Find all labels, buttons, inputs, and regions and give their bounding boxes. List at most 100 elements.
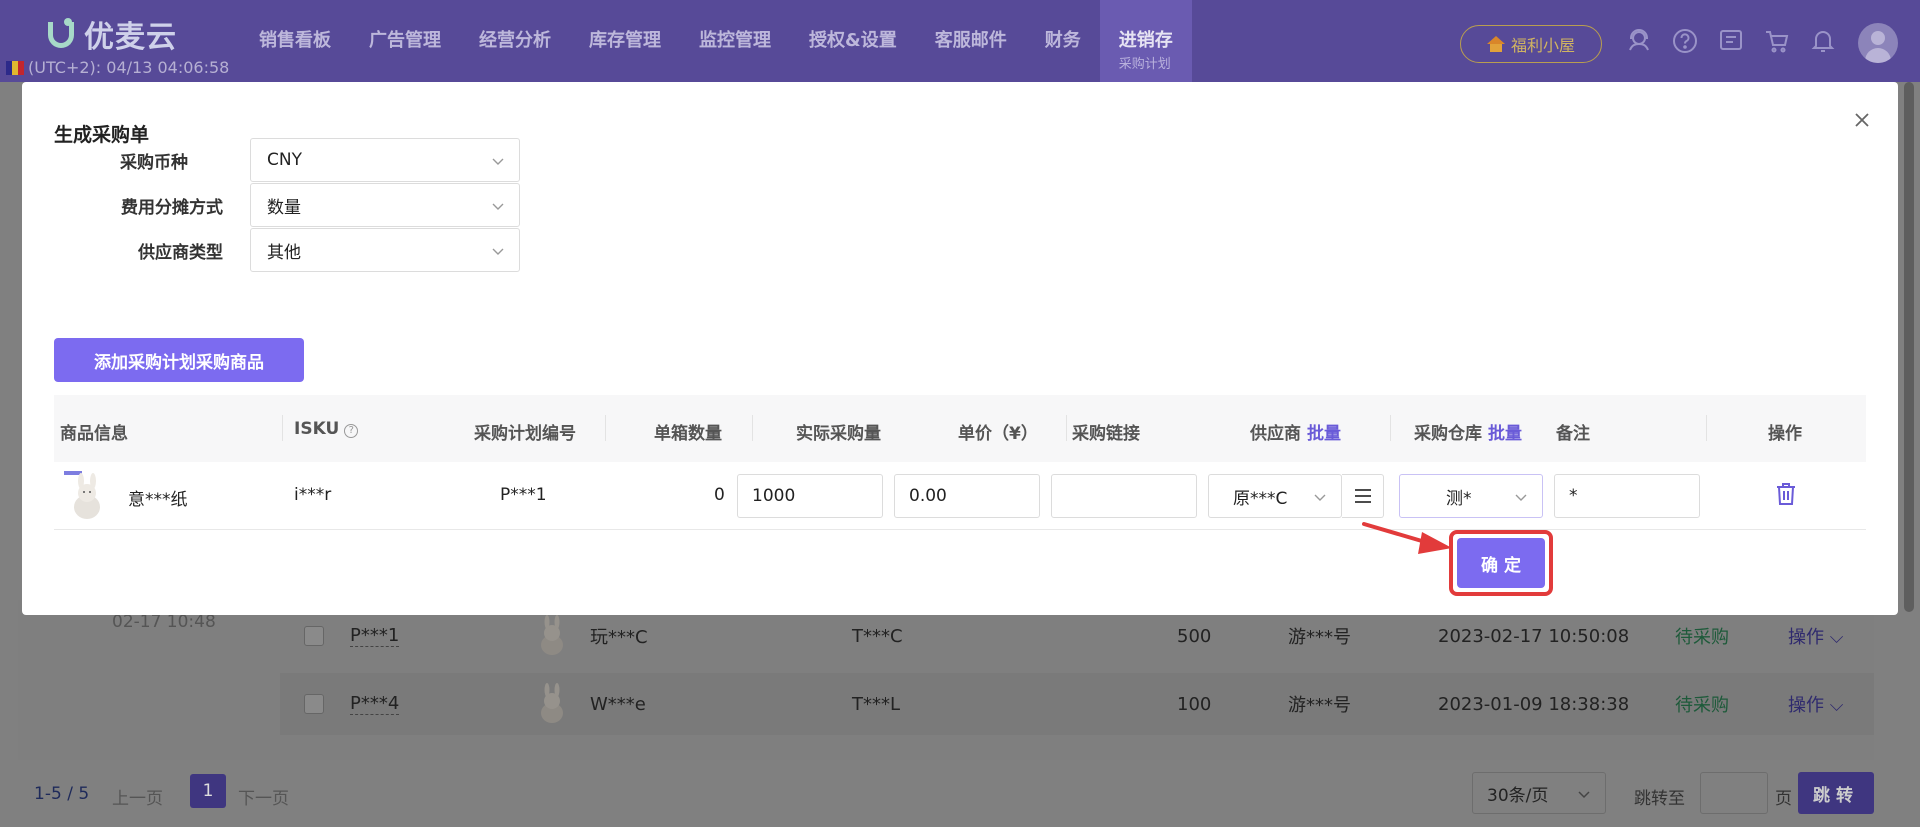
chevron-down-icon xyxy=(492,203,504,210)
bell-icon[interactable] xyxy=(1809,27,1837,55)
product-name: W***e xyxy=(590,693,646,715)
add-plan-products-button[interactable]: 添加采购计划采购商品 xyxy=(54,338,304,382)
timezone-clock: (UTC+2): 04/13 04:06:58 xyxy=(6,58,229,77)
status-badge: 待采购 xyxy=(1675,695,1729,716)
product-thumbnail xyxy=(62,470,112,522)
house-icon xyxy=(1486,36,1505,52)
header-supplier: 供应商 批量 xyxy=(1250,419,1341,444)
created-time: 2023-02-17 10:50:08 xyxy=(1438,625,1630,647)
page-size-value: 30条/页 xyxy=(1487,785,1549,806)
row-action-menu[interactable]: 操作 ⌵ xyxy=(1788,623,1843,649)
header-operations: 操作 xyxy=(1768,424,1802,444)
isku-value: i***r xyxy=(294,485,332,505)
nav-sales-dashboard[interactable]: 销售看板 xyxy=(240,0,350,82)
currency-label: 采购币种 xyxy=(120,152,188,173)
close-icon[interactable] xyxy=(1850,108,1874,132)
header-isku-label: ISKU xyxy=(294,419,340,439)
nav-ads[interactable]: 广告管理 xyxy=(350,0,460,82)
allocation-value: 数量 xyxy=(267,197,301,218)
header-divider xyxy=(752,415,753,441)
box-quantity: 0 xyxy=(714,485,725,505)
page-range: 1-5 xyxy=(34,784,62,804)
supplier-type-label: 供应商类型 xyxy=(138,242,223,263)
remark-value: * xyxy=(1569,486,1578,506)
pagination: 1-5 / 5 上一页 1 下一页 30条/页 跳转至 页 跳转 xyxy=(0,760,1920,827)
app-logo[interactable]: 优麦云 xyxy=(46,12,177,56)
row-checkbox[interactable] xyxy=(304,694,324,714)
status-badge: 待采购 xyxy=(1675,627,1729,648)
header-box-qty: 单箱数量 xyxy=(654,424,722,444)
plan-number[interactable]: P***1 xyxy=(350,625,400,647)
page-number-1[interactable]: 1 xyxy=(190,774,226,808)
next-page-button[interactable]: 下一页 xyxy=(238,784,289,809)
header-divider xyxy=(1706,415,1707,441)
confirm-button[interactable]: 确定 xyxy=(1457,538,1545,588)
help-icon[interactable] xyxy=(1671,27,1699,55)
jump-button[interactable]: 跳转 xyxy=(1798,772,1874,814)
product-thumbnail xyxy=(530,615,574,659)
welfare-button[interactable]: 福利小屋 xyxy=(1460,25,1602,63)
nav-monitoring[interactable]: 监控管理 xyxy=(680,0,790,82)
list-icon xyxy=(1354,489,1371,503)
nav-inventory[interactable]: 库存管理 xyxy=(570,0,680,82)
header-warehouse-label: 采购仓库 xyxy=(1414,424,1482,444)
header-unit-price: 单价（¥） xyxy=(958,424,1038,444)
warehouse-select[interactable]: 测* xyxy=(1399,474,1543,518)
remark-input[interactable]: * xyxy=(1554,474,1700,518)
page-scrollbar[interactable] xyxy=(1904,82,1914,612)
supplier-select[interactable]: 原***C xyxy=(1208,474,1342,518)
form-row-currency: 采购币种 CNY xyxy=(22,138,542,182)
header-divider xyxy=(1066,415,1067,441)
warehouse-name: 游***号 xyxy=(1288,695,1351,716)
action-label: 操作 xyxy=(1788,695,1824,716)
jump-page-input[interactable] xyxy=(1700,772,1768,814)
allocation-label: 费用分摊方式 xyxy=(121,197,223,218)
jump-label: 跳转至 xyxy=(1634,789,1685,809)
trash-icon[interactable] xyxy=(1774,481,1798,512)
chevron-down-icon xyxy=(1578,791,1590,799)
action-label: 操作 xyxy=(1788,627,1824,648)
logo-text: 优麦云 xyxy=(84,20,177,55)
chevron-down-icon xyxy=(1515,494,1527,501)
allocation-select[interactable]: 数量 xyxy=(250,183,520,227)
page-size-select[interactable]: 30条/页 xyxy=(1472,772,1606,814)
nav-analysis[interactable]: 经营分析 xyxy=(460,0,570,82)
nav-icon-group xyxy=(1625,27,1837,55)
help-icon[interactable]: ? xyxy=(344,424,359,438)
nav-finance[interactable]: 财务 xyxy=(1026,0,1100,82)
table-header: 商品信息 ISKU? 采购计划编号 单箱数量 实际采购量 单价（¥） 采购链接 … xyxy=(54,395,1866,462)
headset-icon[interactable] xyxy=(1625,27,1653,55)
currency-select[interactable]: CNY xyxy=(250,138,520,182)
page-unit-label: 页 xyxy=(1775,789,1792,809)
supplier-list-button[interactable] xyxy=(1342,474,1384,518)
timezone-text: (UTC+2): 04/13 04:06:58 xyxy=(28,58,230,77)
warehouse-batch-link[interactable]: 批量 xyxy=(1488,424,1522,444)
chevron-down-icon xyxy=(492,248,504,255)
plan-quantity: 100 xyxy=(1177,693,1212,715)
row-checkbox[interactable] xyxy=(304,626,324,646)
supplier-batch-link[interactable]: 批量 xyxy=(1307,424,1341,444)
user-avatar[interactable] xyxy=(1858,23,1898,63)
unit-price-input[interactable]: 0.00 xyxy=(894,474,1040,518)
product-code: T***C xyxy=(852,625,903,647)
nav-auth-settings[interactable]: 授权&设置 xyxy=(790,0,916,82)
message-icon[interactable] xyxy=(1717,27,1745,55)
plan-quantity: 500 xyxy=(1177,625,1212,647)
supplier-type-select[interactable]: 其他 xyxy=(250,228,520,272)
unit-price-value: 0.00 xyxy=(909,486,947,506)
actual-quantity-value: 1000 xyxy=(752,486,796,506)
page-count-separator: / xyxy=(67,784,73,804)
plan-number[interactable]: P***4 xyxy=(350,693,400,715)
nav-purchase-sales-stock[interactable]: 进销存 采购计划 xyxy=(1099,0,1192,82)
cart-icon[interactable] xyxy=(1763,27,1791,55)
actual-quantity-input[interactable]: 1000 xyxy=(737,474,883,518)
purchase-link-input[interactable] xyxy=(1051,474,1197,518)
prev-page-button[interactable]: 上一页 xyxy=(112,784,163,809)
currency-value: CNY xyxy=(267,150,302,170)
row-action-menu[interactable]: 操作 ⌵ xyxy=(1788,691,1843,717)
supplier-type-value: 其他 xyxy=(267,242,301,263)
header-divider xyxy=(1390,415,1391,441)
plan-number: P***1 xyxy=(500,485,547,505)
nav-service-mail[interactable]: 客服邮件 xyxy=(916,0,1026,82)
supplier-value: 原***C xyxy=(1233,488,1288,509)
